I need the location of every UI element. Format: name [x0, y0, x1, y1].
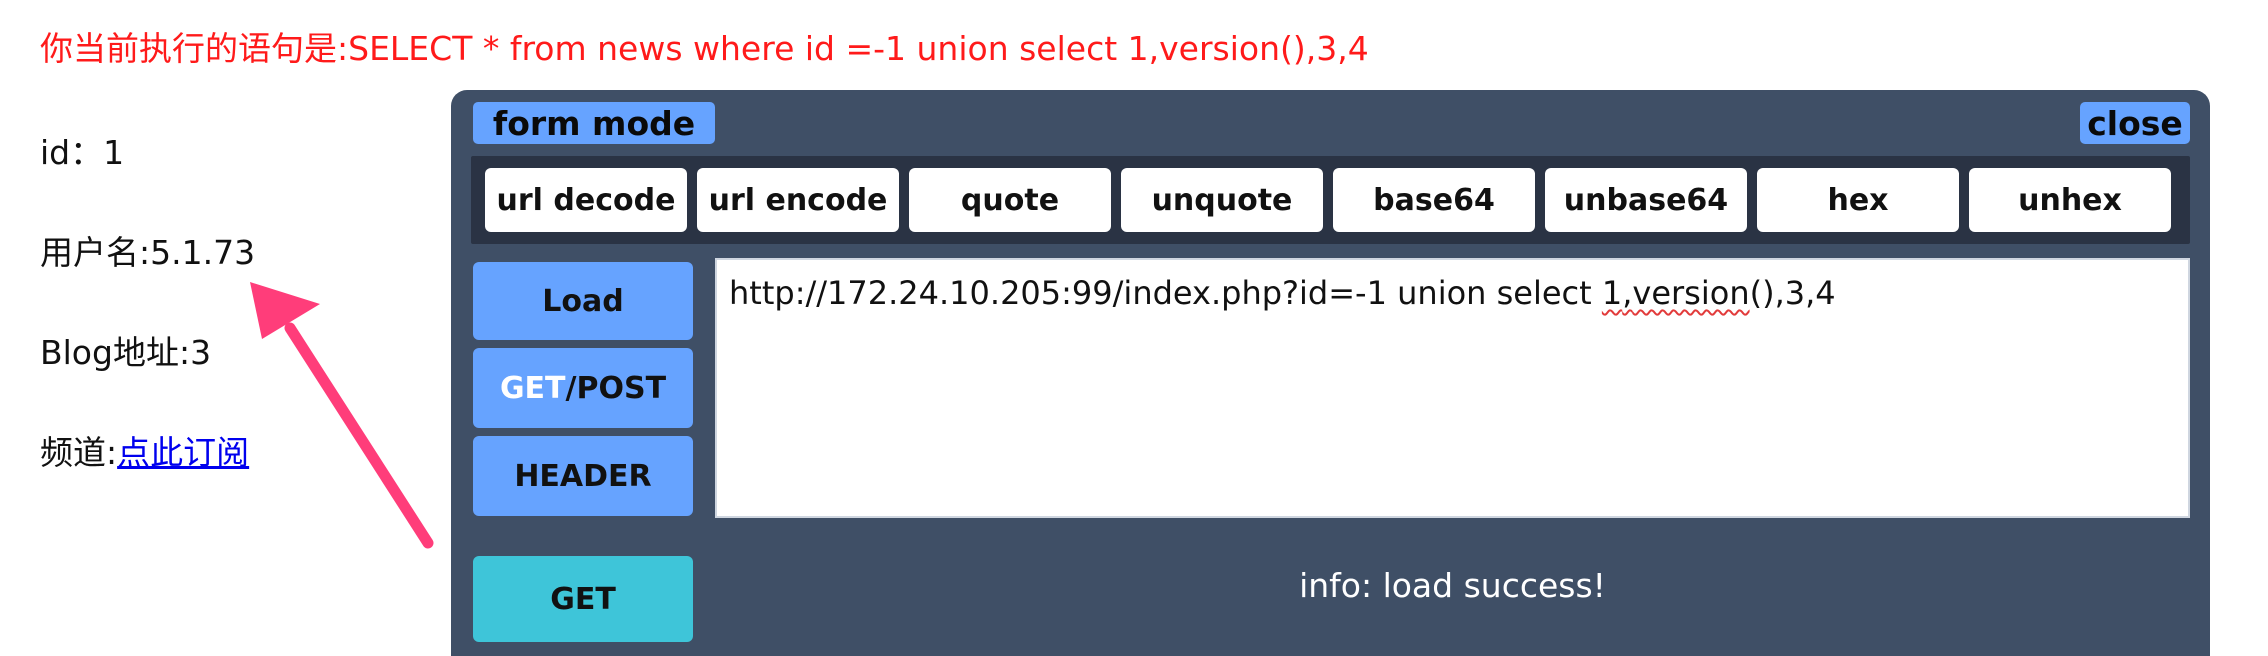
hackbar-panel: form mode close url decode url encode qu… — [451, 90, 2210, 656]
sql-prefix: 你当前执行的语句是: — [40, 29, 349, 68]
id-label: id： — [40, 133, 104, 172]
result-blog: Blog地址:3 — [40, 326, 211, 374]
url-spellcheck-word-1: 1 — [1601, 274, 1623, 312]
unbase64-button[interactable]: unbase64 — [1545, 168, 1747, 232]
blog-value: 3 — [190, 333, 212, 372]
load-button[interactable]: Load — [473, 262, 693, 340]
blog-label: Blog地址: — [40, 333, 191, 372]
form-mode-button[interactable]: form mode — [473, 102, 715, 144]
close-button[interactable]: close — [2080, 102, 2190, 144]
url-spellcheck-comma: , — [1622, 274, 1633, 312]
id-value: 1 — [103, 133, 125, 172]
executed-sql-line: 你当前执行的语句是:SELECT * from news where id =-… — [40, 22, 1369, 70]
encoding-toolbar: url decode url encode quote unquote base… — [471, 156, 2190, 244]
unhex-button[interactable]: unhex — [1969, 168, 2171, 232]
header-button[interactable]: HEADER — [473, 436, 693, 516]
post-option: /POST — [565, 370, 667, 406]
url-input[interactable]: http://172.24.10.205:99/index.php?id=-1 … — [715, 258, 2190, 518]
send-get-button[interactable]: GET — [473, 556, 693, 642]
result-id: id：1 — [40, 126, 124, 174]
url-spellcheck-word-2: version — [1632, 274, 1750, 312]
get-option: GET — [499, 370, 566, 406]
url-text-start: http://172.24.10.205:99/index.php?id=-1 … — [729, 274, 1602, 312]
hex-button[interactable]: hex — [1757, 168, 1959, 232]
channel-label: 频道: — [40, 433, 118, 472]
unquote-button[interactable]: unquote — [1121, 168, 1323, 232]
url-text-end: (),3,4 — [1749, 274, 1836, 312]
subscribe-link[interactable]: 点此订阅 — [117, 433, 249, 472]
result-channel: 频道:点此订阅 — [40, 426, 249, 474]
status-info: info: load success! — [1299, 566, 1606, 605]
result-username: 用户名:5.1.73 — [40, 226, 255, 274]
username-value: 5.1.73 — [150, 233, 256, 272]
base64-button[interactable]: base64 — [1333, 168, 1535, 232]
quote-button[interactable]: quote — [909, 168, 1111, 232]
username-label: 用户名: — [40, 233, 151, 272]
get-post-toggle[interactable]: GET/POST — [473, 348, 693, 428]
sql-statement: SELECT * from news where id =-1 union se… — [348, 29, 1369, 68]
url-decode-button[interactable]: url decode — [485, 168, 687, 232]
page: 你当前执行的语句是:SELECT * from news where id =-… — [0, 0, 2268, 656]
url-encode-button[interactable]: url encode — [697, 168, 899, 232]
